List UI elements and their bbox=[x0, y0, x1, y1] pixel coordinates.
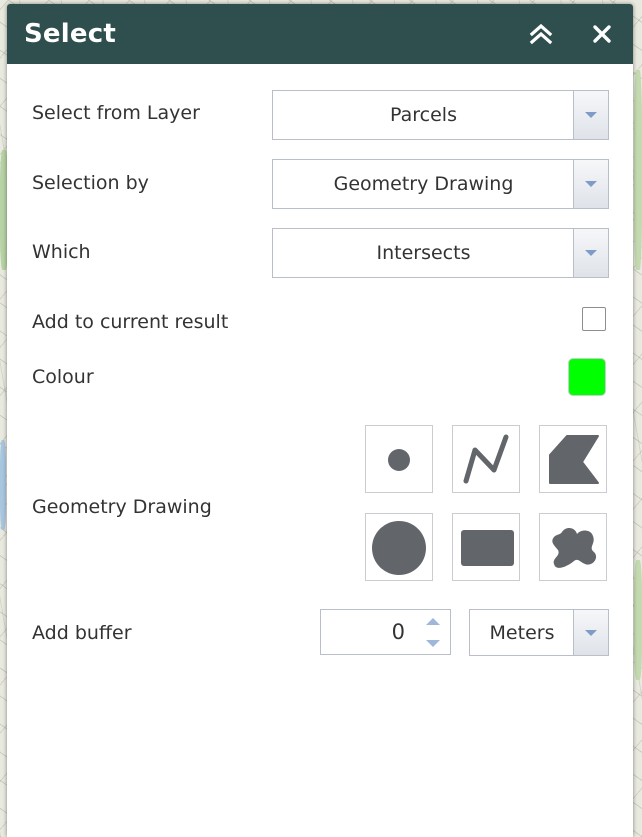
freehand-polygon-tool-button[interactable] bbox=[539, 513, 607, 581]
selection-by-select[interactable]: Geometry Drawing bbox=[272, 159, 609, 209]
buffer-spinner bbox=[415, 609, 451, 655]
double-chevron-up-icon[interactable] bbox=[527, 20, 555, 48]
add-buffer-label: Add buffer bbox=[32, 622, 132, 644]
selection-by-label: Selection by bbox=[32, 172, 149, 194]
buffer-distance-input[interactable] bbox=[320, 609, 416, 655]
polygon-tool-button[interactable] bbox=[539, 425, 607, 493]
selection-by-select-value: Geometry Drawing bbox=[333, 173, 514, 195]
point-tool-button[interactable] bbox=[365, 425, 433, 493]
add-to-current-result-label: Add to current result bbox=[32, 311, 229, 333]
add-to-current-result-checkbox[interactable] bbox=[582, 307, 606, 331]
point-icon bbox=[388, 449, 410, 471]
which-label: Which bbox=[32, 241, 91, 263]
freehand-polygon-icon bbox=[552, 528, 597, 568]
buffer-unit-dropdown-button[interactable] bbox=[573, 610, 608, 655]
buffer-unit-value: Meters bbox=[489, 621, 555, 644]
chevron-down-icon bbox=[585, 181, 597, 187]
colour-swatch[interactable] bbox=[568, 358, 606, 396]
selection-by-dropdown-button[interactable] bbox=[573, 160, 608, 208]
decrement-button[interactable] bbox=[415, 632, 450, 654]
circle-tool-button[interactable] bbox=[365, 513, 433, 581]
which-select-value: Intersects bbox=[376, 242, 471, 264]
chevron-down-icon bbox=[585, 250, 597, 256]
polyline-tool-button[interactable] bbox=[452, 425, 520, 493]
geometry-drawing-label: Geometry Drawing bbox=[32, 496, 212, 518]
rectangle-tool-button[interactable] bbox=[452, 513, 520, 581]
select-from-layer-label: Select from Layer bbox=[32, 102, 200, 124]
chevron-up-icon bbox=[425, 617, 440, 625]
close-icon[interactable] bbox=[588, 20, 616, 48]
select-panel: Select Select from Layer Parcels Selecti… bbox=[7, 4, 633, 837]
chevron-down-icon bbox=[425, 639, 440, 647]
polygon-icon bbox=[549, 435, 599, 484]
panel-title: Select bbox=[24, 19, 116, 49]
chevron-down-icon bbox=[585, 112, 597, 118]
map-green-area bbox=[634, 70, 642, 270]
colour-label: Colour bbox=[32, 366, 94, 388]
increment-button[interactable] bbox=[415, 610, 450, 632]
panel-titlebar: Select bbox=[7, 4, 633, 64]
layer-select-value: Parcels bbox=[390, 104, 457, 126]
chevron-down-icon bbox=[585, 629, 597, 636]
circle-icon bbox=[372, 521, 426, 575]
map-water-area bbox=[0, 440, 6, 530]
map-green-area bbox=[634, 560, 642, 680]
layer-select[interactable]: Parcels bbox=[272, 90, 609, 140]
layer-select-dropdown-button[interactable] bbox=[573, 91, 608, 139]
buffer-unit-select[interactable]: Meters bbox=[469, 609, 609, 656]
which-select[interactable]: Intersects bbox=[272, 228, 609, 278]
which-dropdown-button[interactable] bbox=[573, 229, 608, 277]
rectangle-icon bbox=[461, 530, 514, 566]
polyline-icon bbox=[463, 434, 509, 484]
